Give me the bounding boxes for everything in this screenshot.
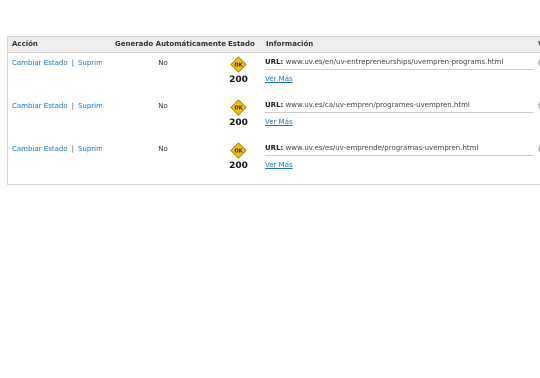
ok-icon-label: OK [234,62,243,68]
change-state-link[interactable]: Cambiar Estado [12,145,68,153]
auto-generated-value: No [158,145,168,153]
status-code: 200 [229,118,248,128]
action-separator: | [71,145,74,153]
ver-mas-link[interactable]: Ver Más [265,75,293,83]
ok-icon-label: OK [234,148,243,154]
status-code: 200 [229,75,248,85]
ok-diamond-icon: OK [230,56,247,73]
row-actions: Cambiar Estado| Suprimir [12,102,102,110]
ok-diamond-icon: OK [230,142,247,159]
auto-generated-value: No [158,59,168,67]
row-actions: Cambiar Estado| Suprimir [12,59,102,67]
redirects-table: Acción Generado Automáticamente Estado I… [7,36,540,185]
header-generado: Generado Automáticamente [115,40,226,48]
url-info: URL: www.uv.es/ca/uv-empren/programes-uv… [265,101,533,113]
url-label: URL: [265,58,284,66]
delete-link[interactable]: Suprimir [78,145,102,153]
row-actions: Cambiar Estado| Suprimir [12,145,102,153]
url-label: URL: [265,144,284,152]
header-accion: Acción [12,40,38,48]
ver-mas-link[interactable]: Ver Más [265,118,293,126]
change-state-link[interactable]: Cambiar Estado [12,102,68,110]
url-info: URL: www.uv.es/en/uv-entrepreneurships/u… [265,58,533,70]
auto-generated-value: No [158,102,168,110]
action-separator: | [71,59,74,67]
url-info: URL: www.uv.es/es/uv-emprende/programas-… [265,144,533,156]
table-header: Acción Generado Automáticamente Estado I… [8,37,540,53]
url-label: URL: [265,101,284,109]
ver-mas-link[interactable]: Ver Más [265,161,293,169]
url-value: www.uv.es/es/uv-emprende/programas-uvemp… [285,144,479,152]
status-code: 200 [229,161,248,171]
delete-link[interactable]: Suprimir [78,102,102,110]
delete-link[interactable]: Suprimir [78,59,102,67]
change-state-link[interactable]: Cambiar Estado [12,59,68,67]
table-row: Cambiar Estado| Suprimir No OK 200 URL: w… [8,53,540,97]
url-value: www.uv.es/en/uv-entrepreneurships/uvempr… [285,58,504,66]
url-value: www.uv.es/ca/uv-empren/programes-uvempre… [285,101,470,109]
table-row: Cambiar Estado| Suprimir No OK 200 URL: w… [8,96,540,140]
ok-diamond-icon: OK [230,99,247,116]
header-informacion: Información [266,40,314,48]
ok-icon-label: OK [234,105,243,111]
header-estado: Estado [228,40,255,48]
action-separator: | [71,102,74,110]
table-row: Cambiar Estado| Suprimir No OK 200 URL: w… [8,139,540,183]
